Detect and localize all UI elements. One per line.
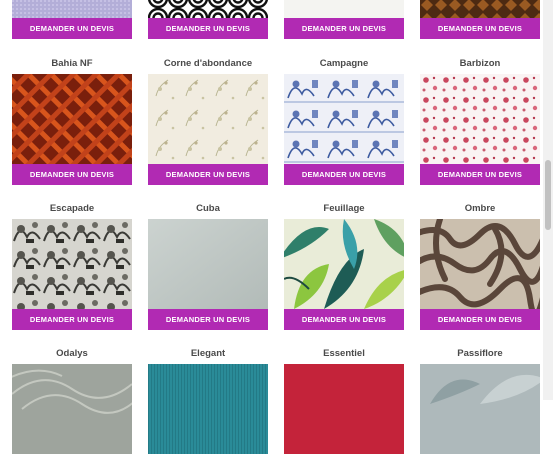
product-name[interactable]: Passiflore — [420, 347, 540, 361]
product-swatch[interactable] — [12, 74, 132, 164]
request-quote-button[interactable]: DEMANDER UN DEVIS — [284, 18, 404, 39]
request-quote-button[interactable]: DEMANDER UN DEVIS — [420, 18, 540, 39]
product-name[interactable]: Barbizon — [420, 57, 540, 71]
scrollbar-thumb[interactable] — [545, 160, 551, 230]
request-quote-button[interactable]: DEMANDER UN DEVIS — [148, 18, 268, 39]
product-swatch[interactable] — [420, 219, 540, 309]
product-swatch[interactable] — [284, 74, 404, 164]
product-swatch[interactable] — [12, 219, 132, 309]
product-swatch[interactable] — [148, 364, 268, 454]
request-quote-button[interactable]: DEMANDER UN DEVIS — [284, 309, 404, 330]
product-name[interactable]: Corne d'abondance — [148, 57, 268, 71]
product-name[interactable]: Bahia NF — [12, 57, 132, 71]
request-quote-button[interactable]: DEMANDER UN DEVIS — [12, 164, 132, 185]
product-swatch[interactable] — [420, 74, 540, 164]
product-swatch[interactable] — [12, 0, 132, 18]
product-swatch[interactable] — [284, 219, 404, 309]
product-name[interactable]: Odalys — [12, 347, 132, 361]
product-name[interactable]: Elegant — [148, 347, 268, 361]
request-quote-button[interactable]: DEMANDER UN DEVIS — [12, 18, 132, 39]
product-name[interactable]: Cuba — [148, 202, 268, 216]
request-quote-button[interactable]: DEMANDER UN DEVIS — [148, 164, 268, 185]
product-swatch[interactable] — [284, 364, 404, 454]
request-quote-button[interactable]: DEMANDER UN DEVIS — [420, 164, 540, 185]
product-name[interactable]: Escapade — [12, 202, 132, 216]
product-swatch[interactable] — [148, 74, 268, 164]
product-name[interactable]: Feuillage — [284, 202, 404, 216]
request-quote-button[interactable]: DEMANDER UN DEVIS — [12, 309, 132, 330]
product-swatch[interactable] — [284, 0, 404, 18]
product-swatch[interactable] — [12, 364, 132, 454]
product-name[interactable]: Campagne — [284, 57, 404, 71]
page-scrollbar[interactable] — [543, 0, 553, 400]
product-name[interactable]: Ombre — [420, 202, 540, 216]
product-swatch[interactable] — [420, 0, 540, 18]
product-name[interactable]: Essentiel — [284, 347, 404, 361]
product-grid: DEMANDER UN DEVIS DEMANDER UN DEVIS DEMA… — [0, 0, 553, 454]
product-swatch[interactable] — [420, 364, 540, 454]
product-swatch[interactable] — [148, 0, 268, 18]
request-quote-button[interactable]: DEMANDER UN DEVIS — [284, 164, 404, 185]
product-swatch[interactable] — [148, 219, 268, 309]
request-quote-button[interactable]: DEMANDER UN DEVIS — [148, 309, 268, 330]
request-quote-button[interactable]: DEMANDER UN DEVIS — [420, 309, 540, 330]
